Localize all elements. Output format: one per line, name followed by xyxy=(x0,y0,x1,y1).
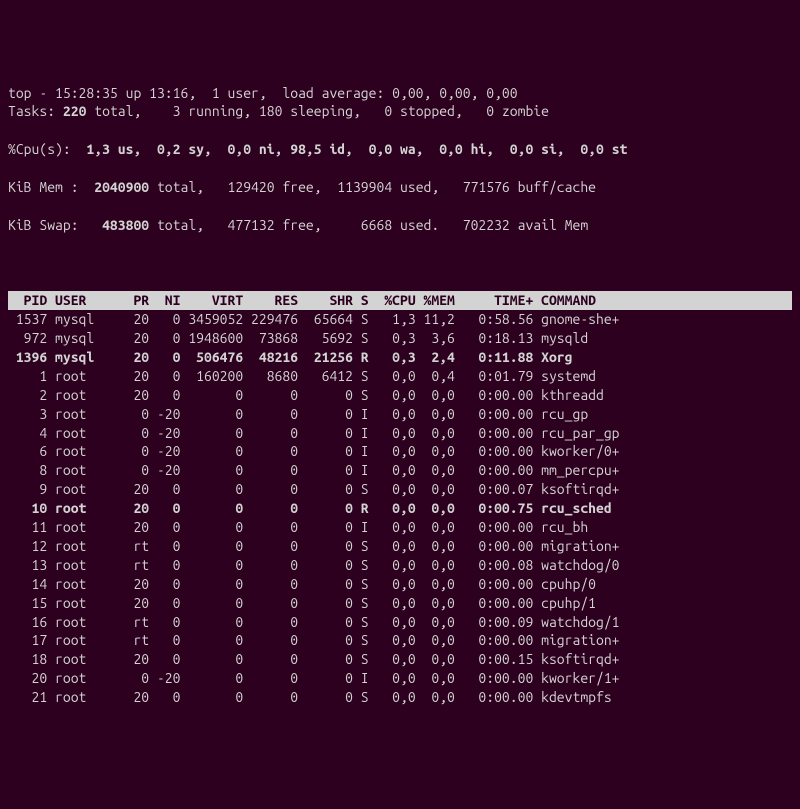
process-row: 972 mysql 20 0 1948600 73868 5692 S 0,3 … xyxy=(8,329,792,348)
process-row: 21 root 20 0 0 0 0 S 0,0 0,0 0:00.00 kde… xyxy=(8,688,792,707)
swap-rest: total, 477132 free, 6668 used. 702232 av… xyxy=(157,217,588,233)
process-row: 1396 mysql 20 0 506476 48216 21256 R 0,3… xyxy=(8,348,792,367)
process-row: 8 root 0 -20 0 0 0 I 0,0 0,0 0:00.00 mm_… xyxy=(8,461,792,480)
summary-uptime: top - 15:28:35 up 13:16, 1 user, load av… xyxy=(8,85,518,101)
process-row: 2 root 20 0 0 0 0 S 0,0 0,0 0:00.00 kthr… xyxy=(8,386,792,405)
process-row: 9 root 20 0 0 0 0 S 0,0 0,0 0:00.07 ksof… xyxy=(8,480,792,499)
process-row: 10 root 20 0 0 0 0 R 0,0 0,0 0:00.75 rcu… xyxy=(8,499,792,518)
process-row: 16 root rt 0 0 0 0 S 0,0 0,0 0:00.09 wat… xyxy=(8,613,792,632)
process-row: 12 root rt 0 0 0 0 S 0,0 0,0 0:00.00 mig… xyxy=(8,537,792,556)
process-row: 18 root 20 0 0 0 0 S 0,0 0,0 0:00.15 kso… xyxy=(8,650,792,669)
tasks-total: 220 xyxy=(55,103,86,119)
process-row: 15 root 20 0 0 0 0 S 0,0 0,0 0:00.00 cpu… xyxy=(8,594,792,613)
process-row: 3 root 0 -20 0 0 0 I 0,0 0,0 0:00.00 rcu… xyxy=(8,405,792,424)
process-list: 1537 mysql 20 0 3459052 229476 65664 S 1… xyxy=(8,310,792,707)
swap-total: 483800 xyxy=(79,217,157,233)
process-row: 17 root rt 0 0 0 0 S 0,0 0,0 0:00.00 mig… xyxy=(8,631,792,650)
mem-label: KiB Mem : xyxy=(8,179,79,195)
mem-rest: total, 129420 free, 1139904 used, 771576… xyxy=(157,179,596,195)
mem-total: 2040900 xyxy=(79,179,157,195)
tasks-rest: total, 3 running, 180 sleeping, 0 stoppe… xyxy=(86,103,549,119)
cpu-values: 1,3 us, 0,2 sy, 0,0 ni, 98,5 id, 0,0 wa,… xyxy=(71,141,628,157)
process-row: 4 root 0 -20 0 0 0 I 0,0 0,0 0:00.00 rcu… xyxy=(8,424,792,443)
process-row: 1 root 20 0 160200 8680 6412 S 0,0 0,4 0… xyxy=(8,367,792,386)
process-row: 13 root rt 0 0 0 0 S 0,0 0,0 0:00.08 wat… xyxy=(8,556,792,575)
process-row: 14 root 20 0 0 0 0 S 0,0 0,0 0:00.00 cpu… xyxy=(8,575,792,594)
tasks-label: Tasks: xyxy=(8,103,55,119)
column-header: PID USER PR NI VIRT RES SHR S %CPU %MEM … xyxy=(8,291,792,310)
cpu-label: %Cpu(s): xyxy=(8,141,71,157)
process-row: 11 root 20 0 0 0 0 I 0,0 0,0 0:00.00 rcu… xyxy=(8,518,792,537)
process-row: 1537 mysql 20 0 3459052 229476 65664 S 1… xyxy=(8,310,792,329)
process-row: 20 root 0 -20 0 0 0 I 0,0 0,0 0:00.00 kw… xyxy=(8,669,792,688)
process-row: 6 root 0 -20 0 0 0 I 0,0 0,0 0:00.00 kwo… xyxy=(8,442,792,461)
swap-label: KiB Swap: xyxy=(8,217,79,233)
